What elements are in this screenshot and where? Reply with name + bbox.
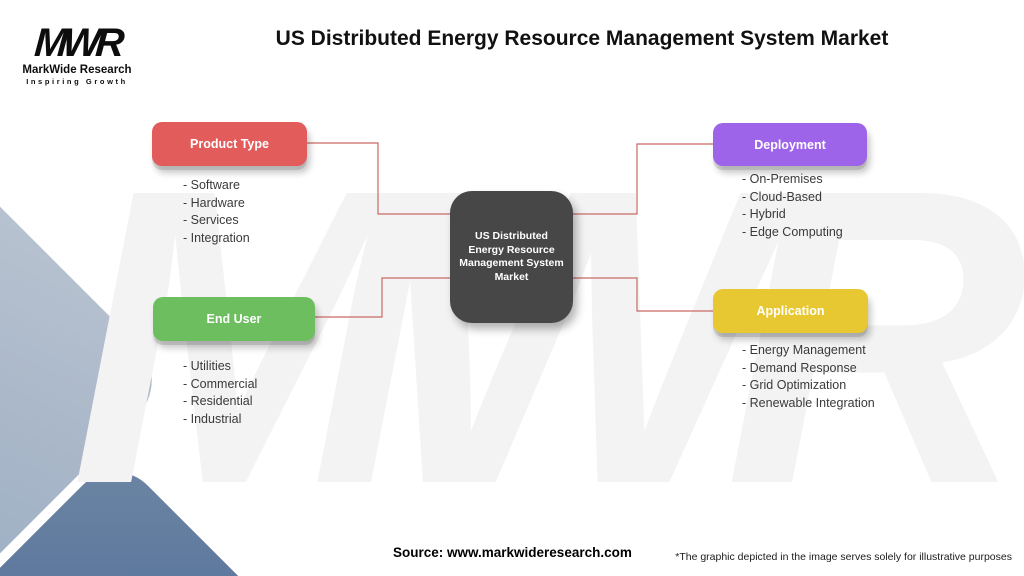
product-type-label: Product Type: [190, 137, 269, 151]
list-item: - Cloud-Based: [742, 189, 822, 204]
list-item: - Residential: [183, 394, 253, 408]
list-item: - Industrial: [183, 411, 242, 426]
list-item: - Energy Management: [742, 343, 866, 357]
center-node-line: Management System: [459, 257, 564, 269]
list-item: - Software: [183, 178, 240, 192]
list-item: - Grid Optimization: [742, 378, 847, 392]
deployment-label: Deployment: [754, 137, 826, 152]
list-item: - Hybrid: [742, 207, 786, 221]
connector-application: [573, 277, 713, 312]
logo-mwr-mark: MWR: [32, 21, 122, 65]
list-item: - Hardware: [183, 195, 245, 210]
product-type-box: Product Type: [152, 122, 307, 166]
application-items: - Energy Management - Demand Response - …: [742, 342, 875, 412]
end-user-label: End User: [206, 312, 262, 326]
application-label: Application: [756, 304, 825, 318]
logo-tagline: Inspiring Growth: [26, 77, 128, 86]
center-node: US Distributed Energy Resource Managemen…: [450, 191, 573, 323]
end-user-box: End User: [153, 297, 315, 341]
application-box: Application: [713, 289, 868, 333]
list-item: - Services: [183, 213, 239, 227]
center-node-line: Market: [494, 270, 529, 283]
center-node-line: US Distributed: [475, 230, 548, 242]
list-item: - Edge Computing: [742, 224, 843, 239]
markwide-research-logo: MWR MarkWide Research Inspiring Growth: [18, 21, 136, 86]
list-item: - Demand Response: [742, 360, 857, 375]
list-item: - Renewable Integration: [742, 395, 875, 410]
list-item: - Utilities: [183, 359, 231, 373]
connector-deployment: [573, 143, 713, 215]
disclaimer-text: *The graphic depicted in the image serve…: [675, 551, 1012, 563]
connector-end-user: [315, 277, 450, 318]
deployment-items: - On-Premises - Cloud-Based - Hybrid - E…: [742, 171, 843, 241]
list-item: - Integration: [183, 230, 250, 245]
deployment-box: Deployment: [713, 123, 867, 166]
list-item: - On-Premises: [742, 172, 823, 186]
end-user-items: - Utilities - Commercial - Residential -…: [183, 358, 257, 428]
source-text: Source: www.markwideresearch.com: [393, 545, 632, 560]
list-item: - Commercial: [183, 376, 258, 391]
logo-company-name: MarkWide Research: [22, 64, 132, 76]
page-title: US Distributed Energy Resource Managemen…: [275, 27, 889, 50]
connector-product-type: [307, 142, 450, 215]
infographic-canvas: MWR MWR MarkWide Research Inspiring Grow…: [0, 0, 1024, 576]
center-node-line: Energy Resource: [468, 243, 555, 256]
product-type-items: - Software - Hardware - Services - Integ…: [183, 177, 250, 247]
